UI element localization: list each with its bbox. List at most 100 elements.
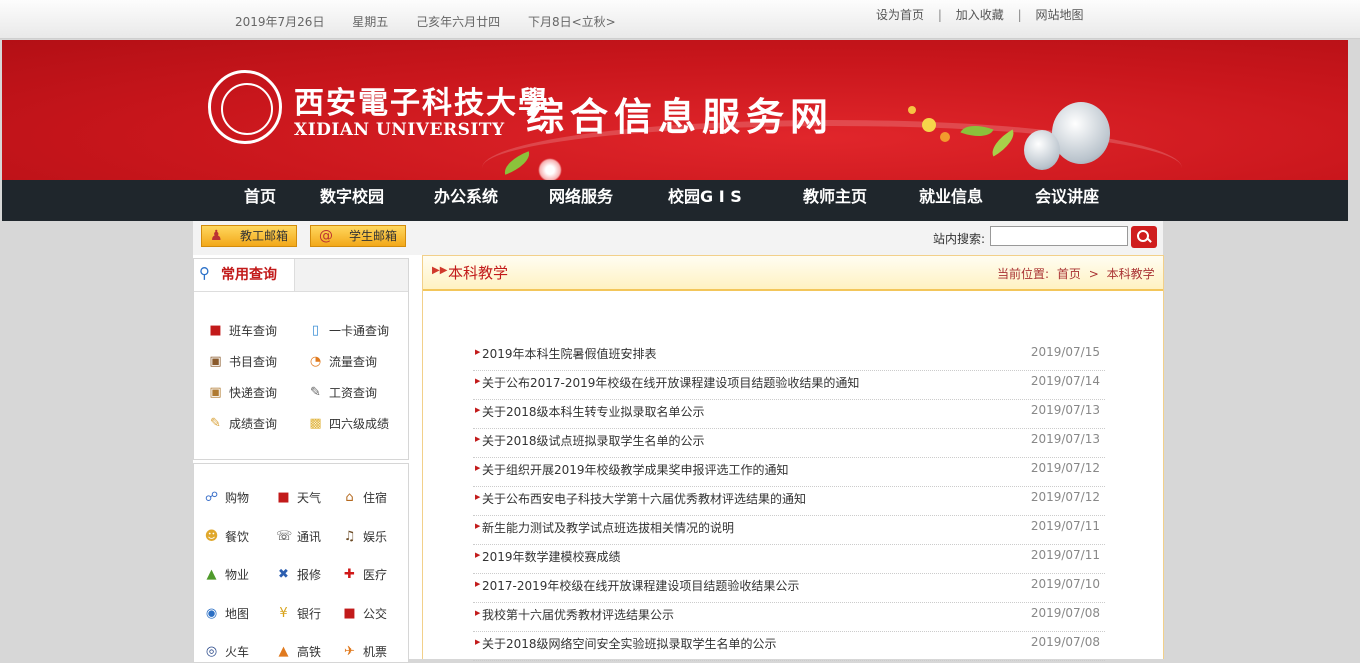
- university-seal-logo: [208, 70, 282, 144]
- news-title[interactable]: 关于公布2017-2019年校级在线开放课程建设项目结题验收结果的通知: [482, 374, 859, 391]
- news-item[interactable]: ▶ 2019年数学建模校赛成绩 2019/07/11: [473, 544, 1105, 574]
- decor-dot: [940, 132, 950, 142]
- breadcrumb-prefix: 当前位置:: [997, 267, 1050, 281]
- service-label: 购物: [225, 491, 250, 505]
- solar-term-text: 下月8日<立秋>: [527, 15, 616, 29]
- panel-tab: ⚲ 常用查询: [194, 259, 295, 291]
- magnifier-icon: ⚲: [199, 264, 210, 282]
- nav-campus-gis[interactable]: 校园G I S: [668, 183, 742, 207]
- section-title: 本科教学: [448, 264, 509, 282]
- double-arrow-icon: ▶▶: [432, 265, 448, 276]
- bullet-icon: ▶: [475, 551, 481, 559]
- news-item[interactable]: ▶ 关于2018级本科生转专业拟录取名单公示 2019/07/13: [473, 399, 1105, 429]
- top-bar: 2019年7月26日 星期五 己亥年六月廿四 下月8日<立秋> 设为首页 | 加…: [0, 0, 1360, 39]
- decor-dot: [922, 118, 936, 132]
- news-date: 2019/07/11: [1030, 548, 1100, 562]
- cross-icon: ✚: [344, 567, 355, 582]
- query-label: 书目查询: [229, 355, 278, 369]
- news-item[interactable]: ▶ 2017-2019年校级在线开放课程建设项目结题验收结果公示 2019/07…: [473, 573, 1105, 603]
- music-icon: ♫: [343, 529, 356, 544]
- bullet-icon: ▶: [475, 435, 481, 443]
- lunar-date-text: 己亥年六月廿四: [416, 15, 501, 29]
- nav-network-service[interactable]: 网络服务: [549, 183, 613, 207]
- panel-title: 常用查询: [221, 267, 277, 283]
- bus-icon: ■: [343, 606, 356, 621]
- staff-mail-icon: ♟: [210, 228, 223, 244]
- news-date: 2019/07/15: [1030, 345, 1100, 359]
- news-title[interactable]: 2019年本科生院暑假值班安排表: [482, 345, 657, 362]
- news-title[interactable]: 新生能力测试及教学试点班选拔相关情况的说明: [482, 519, 734, 536]
- service-label: 高铁: [297, 645, 322, 659]
- news-item[interactable]: ▶ 关于组织开展2019年校级教学成果奖申报评选工作的通知 2019/07/12: [473, 457, 1105, 487]
- house-icon: ⌂: [345, 490, 354, 505]
- breadcrumb-home[interactable]: 首页: [1057, 267, 1081, 281]
- site-title: 综合信息服务网: [526, 94, 835, 139]
- news-title[interactable]: 我校第十六届优秀教材评选结果公示: [482, 606, 674, 623]
- nav-office-system[interactable]: 办公系统: [434, 183, 498, 207]
- bullet-icon: ▶: [475, 580, 481, 588]
- news-date: 2019/07/08: [1030, 606, 1100, 620]
- sitemap-link[interactable]: 网站地图: [1035, 8, 1083, 22]
- service-label: 机票: [363, 645, 388, 659]
- train-icon: ◎: [205, 644, 218, 659]
- news-title[interactable]: 关于公布西安电子科技大学第十六届优秀教材评选结果的通知: [482, 490, 806, 507]
- life-services-panel: ☍ 购物 ■ 天气 ⌂ 住宿 ☻ 餐饮 ☏ 通讯 ♫ 娱乐 ▲ 物业 ✖ 报修: [193, 463, 409, 663]
- news-date: 2019/07/12: [1030, 490, 1100, 504]
- search-icon-handle: [1146, 237, 1152, 243]
- news-title[interactable]: 2017-2019年校级在线开放课程建设项目结题验收结果公示: [482, 577, 799, 594]
- nav-digital-campus[interactable]: 数字校园: [320, 183, 384, 207]
- news-title[interactable]: 关于2018级网络空间安全实验班拟录取学生名单的公示: [482, 635, 777, 652]
- search-button[interactable]: [1131, 226, 1157, 248]
- news-title[interactable]: 关于2018级本科生转专业拟录取名单公示: [482, 403, 705, 420]
- plane-icon: ✈: [344, 644, 355, 659]
- wallet-icon: ✎: [310, 385, 321, 400]
- main-nav: 首页 数字校园 办公系统 网络服务 校园G I S 教师主页 就业信息 会议讲座: [2, 180, 1348, 221]
- university-name-en: XIDIAN UNIVERSITY: [294, 120, 505, 140]
- truck-icon: ▣: [209, 385, 222, 400]
- service-label: 住宿: [363, 491, 388, 505]
- news-item[interactable]: ▶ 关于公布西安电子科技大学第十六届优秀教材评选结果的通知 2019/07/12: [473, 486, 1105, 516]
- weekday-text: 星期五: [352, 15, 389, 29]
- service-label: 火车: [225, 645, 250, 659]
- bullet-icon: ▶: [475, 522, 481, 530]
- news-item[interactable]: ▶ 新生能力测试及教学试点班选拔相关情况的说明 2019/07/11: [473, 515, 1105, 545]
- university-name-cn: 西安電子科技大學: [294, 86, 550, 121]
- news-title[interactable]: 关于2018级试点班拟录取学生名单的公示: [482, 432, 705, 449]
- search-input[interactable]: [990, 226, 1128, 246]
- news-item[interactable]: ▶ 我校第十六届优秀教材评选结果公示 2019/07/08: [473, 602, 1105, 632]
- news-date: 2019/07/14: [1030, 374, 1100, 388]
- service-label: 公交: [363, 607, 388, 621]
- nav-teacher-homepage[interactable]: 教师主页: [803, 183, 867, 207]
- panel-header: ⚲ 常用查询: [194, 259, 408, 292]
- news-title[interactable]: 关于组织开展2019年校级教学成果奖申报评选工作的通知: [482, 461, 789, 478]
- book-icon: ▣: [209, 354, 222, 369]
- news-date: 2019/07/08: [1030, 635, 1100, 649]
- bullet-icon: ▶: [475, 348, 481, 356]
- common-query-panel: ⚲ 常用查询 ■ 班车查询 ▯ 一卡通查询 ▣ 书目查询 ◔ 流量查询 ▣ 快递…: [193, 258, 409, 460]
- news-item[interactable]: ▶ 关于2018级网络空间安全实验班拟录取学生名单的公示 2019/07/08: [473, 631, 1105, 661]
- add-favorite-link[interactable]: 加入收藏: [956, 8, 1004, 22]
- date-text: 2019年7月26日: [235, 15, 325, 29]
- news-item[interactable]: ▶ 关于2018级试点班拟录取学生名单的公示 2019/07/13: [473, 428, 1105, 458]
- bullet-icon: ▶: [475, 609, 481, 617]
- nav-meetings-lectures[interactable]: 会议讲座: [1035, 183, 1099, 207]
- news-title[interactable]: 2019年数学建模校赛成绩: [482, 548, 621, 565]
- top-links: 设为首页 | 加入收藏 | 网站地图: [876, 6, 1083, 23]
- student-mail-label: 学生邮箱: [349, 229, 398, 243]
- set-homepage-link[interactable]: 设为首页: [876, 8, 924, 22]
- cart-icon: ☍: [204, 490, 219, 505]
- main-container: ♟ 教工邮箱 @ 学生邮箱 站内搜索: ⚲ 常用查询 ■ 班车查询 ▯ 一卡通查…: [193, 221, 1164, 663]
- news-item[interactable]: ▶ 2019年本科生院暑假值班安排表 2019/07/15: [473, 341, 1105, 371]
- nav-home[interactable]: 首页: [244, 183, 276, 207]
- news-date: 2019/07/10: [1030, 577, 1100, 591]
- staff-mail-button[interactable]: ♟ 教工邮箱: [201, 225, 297, 247]
- nav-employment-info[interactable]: 就业信息: [919, 183, 983, 207]
- note-icon: ▩: [309, 416, 322, 431]
- bullet-icon: ▶: [475, 638, 481, 646]
- student-mail-button[interactable]: @ 学生邮箱: [310, 225, 406, 247]
- separator: |: [937, 8, 942, 22]
- decor-dot: [538, 158, 562, 180]
- weather-icon: ■: [277, 490, 290, 505]
- news-item[interactable]: ▶ 关于公布2017-2019年校级在线开放课程建设项目结题验收结果的通知 20…: [473, 370, 1105, 400]
- news-date: 2019/07/13: [1030, 432, 1100, 446]
